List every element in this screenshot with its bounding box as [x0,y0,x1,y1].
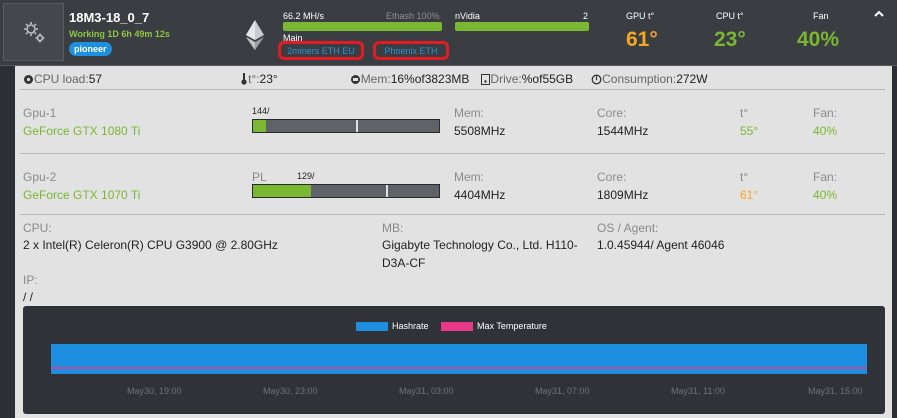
mb-value-line2: D3A-CF [382,256,426,270]
gpu-temp-value: 61° [626,28,658,51]
drive-value: %of55GB [521,72,574,86]
gpu-model: GeForce GTX 1080 Ti [23,124,141,138]
rig-status: Working 1D 6h 49m 12s [69,29,170,39]
gpu-mem-label: Mem: [454,170,484,184]
gpu-mem-value: 4404MHz [454,188,506,202]
rig-tag-badge[interactable]: pioneer [69,42,112,56]
consumption-value: 272W [676,72,708,86]
temp-label: t°: [248,72,260,86]
x-tick-label: May31, 03:00 [399,386,454,396]
power-limit-fill [253,120,267,132]
gpu-fan-value: 40% [813,124,838,138]
divider [20,89,885,90]
ip-value: / / [23,290,34,304]
gpu-core-value: 1809MHz [597,188,649,202]
x-tick-label: May31, 15:00 [808,386,863,396]
fan-value: 40% [797,28,840,51]
power-limit-value: 144/ [252,106,270,116]
os-value: 1.0.45944/ Agent 46046 [597,238,725,252]
series-hashrate-area [51,344,867,374]
x-tick-label: May30, 19:00 [127,386,182,396]
gpu-core-label: Core: [597,106,627,120]
gpu-vendor: nVidia [455,11,480,21]
divider [20,214,885,215]
rig-stats-row: CPU load: 57 t°: 23° Mem: 16%of3823MB Dr… [23,71,720,87]
mb-value-line1: Gigabyte Technology Co., Ltd. H110- [382,238,578,252]
thermometer-icon [241,73,247,85]
gpu-mem-value: 5508MHz [454,124,506,138]
gpu-temp-label: t° [740,106,749,120]
gpu-fan-value: 40% [813,188,838,202]
x-tick-label: May31, 07:00 [535,386,590,396]
temp-stat: t°: 23° [240,72,278,86]
gpu-mem-label: Mem: [454,106,484,120]
rig-dashboard: 18M3-18_0_7 Working 1D 6h 49m 12s pionee… [0,0,897,418]
hashrate-bar [283,22,442,31]
power-icon [591,74,602,84]
x-tick-label: May30, 23:00 [263,386,318,396]
cpu-load-value: 57 [88,72,103,86]
power-limit-value: 129/ [297,171,315,181]
pool-tag-phoenix[interactable]: Phoenix ETH [373,41,449,60]
ethereum-icon [246,20,264,50]
os-label: OS / Agent: [597,221,659,235]
gpu-temp-value: 55° [740,124,759,138]
mem-stat: Mem: 16%of3823MB [350,72,470,86]
gpu-vendor-bar [455,22,589,31]
cpu-load-stat: CPU load: 57 [23,72,102,86]
gpu-model: GeForce GTX 1070 Ti [23,188,141,202]
ip-label: IP: [23,273,38,287]
consumption-label: Consumption: [602,72,677,86]
pool-tag-2miners[interactable]: 2miners ETH EU [278,41,364,60]
hashrate-value: 66.2 MH/s [283,11,325,21]
mb-label: MB: [382,221,404,235]
gpu-count: 2 [583,11,589,21]
cpu-icon [24,74,33,84]
chart-plot[interactable] [23,306,885,414]
rig-name[interactable]: 18M3-18_0_7 [69,10,149,25]
bar-divider [356,120,358,132]
cpu-label: CPU: [23,221,52,235]
bar-divider [386,185,388,197]
gear-icon [23,22,44,43]
memory-icon [350,74,360,84]
drive-stat: Drive: %of55GB [481,72,573,86]
mem-value: 16%of3823MB [390,72,470,86]
power-limit-fill [253,185,311,197]
algo-label: Ethash 100% [386,11,440,21]
gpu-fan-label: Fan: [813,170,838,184]
cpu-load-label: CPU load: [34,72,89,86]
chevron-up-icon[interactable] [874,10,884,18]
gpu-temp-label: GPU t° [626,11,655,21]
temp-value: 23° [259,72,278,86]
cpu-temp-value: 23° [714,28,746,51]
mem-label: Mem: [360,72,391,86]
gpu-fan-label: Fan: [813,106,838,120]
power-limit-bar [252,184,440,198]
cpu-temp-label: CPU t° [716,11,744,21]
rig-details-panel: CPU load: 57 t°: 23° Mem: 16%of3823MB Dr… [15,66,892,418]
drive-icon [481,73,491,85]
drive-label: Drive: [490,72,522,86]
consumption-stat: Consumption: 272W [591,72,708,86]
x-tick-label: May31, 11:00 [671,386,725,396]
gpu-temp-label: t° [740,170,749,184]
divider [20,153,885,154]
gpu-core-label: Core: [597,170,627,184]
fan-label: Fan [813,11,829,21]
rig-header[interactable]: 18M3-18_0_7 Working 1D 6h 49m 12s pionee… [0,0,897,66]
gpu-temp-value: 61° [740,188,759,202]
gpu-core-value: 1544MHz [597,124,649,138]
gpu-id: Gpu-1 [23,106,57,120]
gpu-id: Gpu-2 [23,170,57,184]
power-limit-label: PL [252,170,267,184]
stats-chart[interactable]: Hashrate Max Temperature May30, 19:00 May… [23,306,885,414]
cpu-value: 2 x Intel(R) Celeron(R) CPU G3900 @ 2.80… [23,238,278,252]
power-limit-bar [252,119,440,133]
rig-settings-button[interactable] [3,3,64,61]
